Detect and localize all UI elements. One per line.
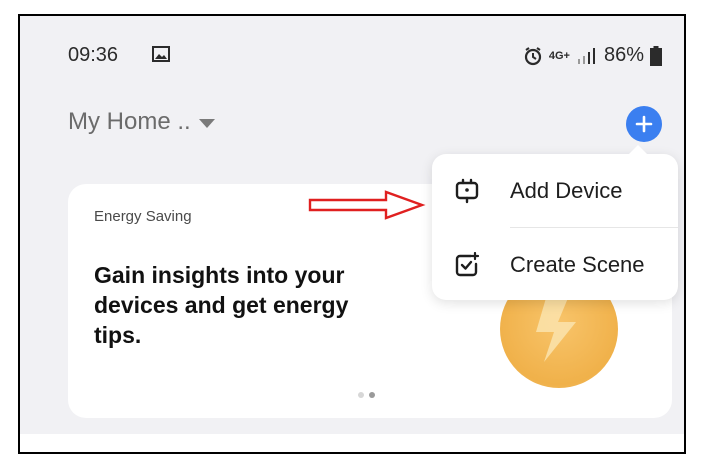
signal-icon [577,47,595,64]
battery-icon [650,45,662,66]
network-type: 4G+ [548,49,570,62]
chevron-down-icon [198,118,215,128]
add-button[interactable] [626,106,662,142]
card-headline: Gain insights into your devices and get … [94,262,349,348]
annotation-arrow [308,190,426,220]
screenshot-frame: 09:36 4G+ 86% My Home .. Energy Saving G… [18,14,686,454]
home-label: My Home .. [68,108,191,135]
scene-check-icon [455,251,480,276]
status-right: 4G+ 86% [523,44,662,67]
menu-item-create-scene[interactable]: Create Scene [432,228,678,301]
phone-screen: 09:36 4G+ 86% My Home .. Energy Saving G… [20,16,684,434]
menu-item-add-device[interactable]: Add Device [432,154,678,227]
menu-label-add-device: Add Device [510,177,623,203]
gallery-icon [152,46,170,62]
carousel-dot[interactable] [358,392,364,398]
add-menu: Add Device Create Scene [432,145,678,301]
device-plug-icon [455,178,479,203]
carousel-dots [358,392,375,398]
home-selector[interactable]: My Home .. [68,108,215,136]
status-time: 09:36 [68,44,119,66]
card-label: Energy Saving [94,208,192,225]
carousel-dot-active[interactable] [369,392,375,398]
battery-percent: 86% [603,44,644,66]
alarm-icon [524,46,541,65]
plus-icon [635,115,653,133]
menu-label-create-scene: Create Scene [510,251,645,277]
